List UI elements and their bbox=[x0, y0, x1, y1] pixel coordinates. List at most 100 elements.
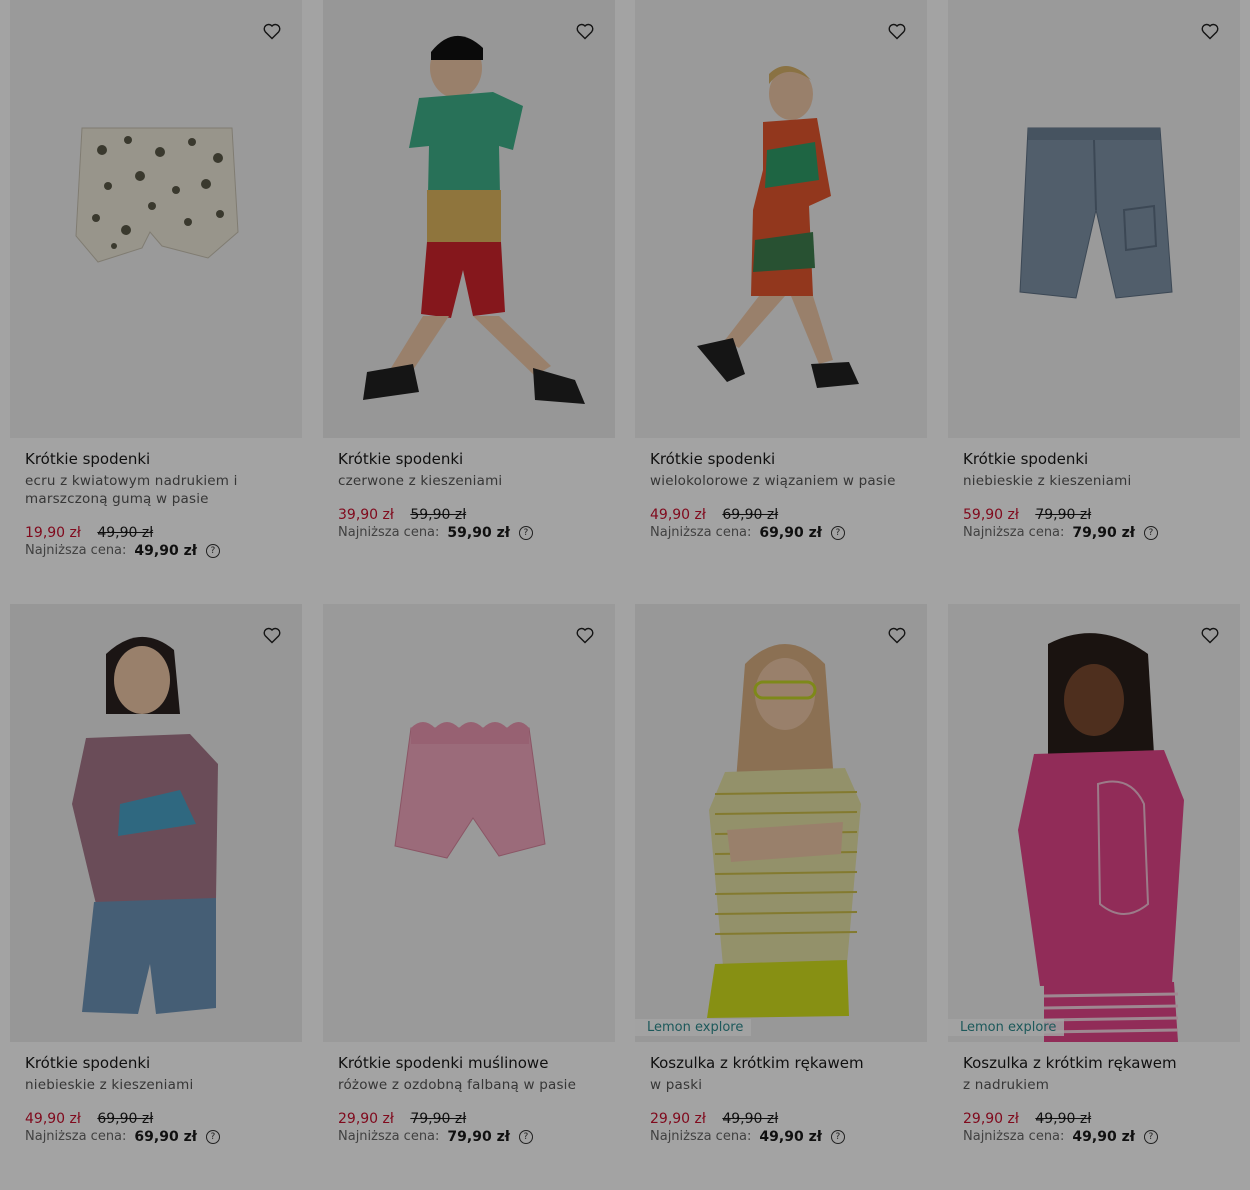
question-circle-icon[interactable]: ? bbox=[1143, 1130, 1158, 1144]
product-photo bbox=[363, 35, 585, 404]
product-image[interactable] bbox=[948, 0, 1240, 438]
product-prices: 19,90 zł 49,90 zł bbox=[25, 524, 287, 542]
lowest-price: Najniższa cena: 59,90 zł ? bbox=[338, 524, 600, 542]
add-to-favorites-button[interactable] bbox=[575, 625, 595, 645]
sale-price: 59,90 zł bbox=[963, 507, 1019, 523]
product-card[interactable]: Krótkie spodenki niebieskie z kieszeniam… bbox=[948, 0, 1240, 542]
product-card[interactable]: Lemon explore Koszulka z krótkim rękawem… bbox=[635, 604, 927, 1146]
question-circle-icon[interactable]: ? bbox=[1143, 526, 1158, 540]
product-prices: 49,90 zł 69,90 zł bbox=[650, 506, 912, 524]
product-photo bbox=[697, 66, 859, 388]
heart-outline-icon bbox=[576, 23, 594, 40]
sale-price: 29,90 zł bbox=[963, 1111, 1019, 1127]
old-price: 69,90 zł bbox=[722, 507, 779, 523]
lowest-price-value: 49,90 zł bbox=[759, 1129, 822, 1145]
add-to-favorites-button[interactable] bbox=[887, 21, 907, 41]
product-prices: 39,90 zł 59,90 zł bbox=[338, 506, 600, 524]
lowest-price-value: 49,90 zł bbox=[1072, 1129, 1135, 1145]
product-prices: 29,90 zł 49,90 zł bbox=[650, 1110, 912, 1128]
question-circle-icon[interactable]: ? bbox=[518, 1130, 533, 1144]
question-circle-icon[interactable]: ? bbox=[830, 1130, 845, 1144]
product-prices: 29,90 zł 79,90 zł bbox=[338, 1110, 600, 1128]
heart-outline-icon bbox=[888, 627, 906, 644]
product-photo bbox=[1019, 127, 1173, 299]
product-title[interactable]: Krótkie spodenki bbox=[650, 450, 912, 468]
add-to-favorites-button[interactable] bbox=[887, 625, 907, 645]
old-price: 79,90 zł bbox=[1035, 507, 1092, 523]
lowest-price-label: Najniższa cena: bbox=[963, 525, 1065, 540]
product-image[interactable] bbox=[323, 0, 615, 438]
product-subtitle: różowe z ozdobną falbaną w pasie bbox=[338, 1077, 577, 1093]
product-title[interactable]: Krótkie spodenki bbox=[25, 1054, 287, 1072]
product-title[interactable]: Krótkie spodenki bbox=[963, 450, 1225, 468]
sale-price: 29,90 zł bbox=[650, 1111, 706, 1127]
product-photo bbox=[394, 722, 546, 859]
product-prices: 59,90 zł 79,90 zł bbox=[963, 506, 1225, 524]
product-prices: 29,90 zł 49,90 zł bbox=[963, 1110, 1225, 1128]
product-image[interactable] bbox=[10, 0, 302, 438]
product-image[interactable]: Lemon explore bbox=[948, 604, 1240, 1042]
product-photo bbox=[75, 127, 239, 263]
lowest-price-value: 79,90 zł bbox=[447, 1129, 510, 1145]
product-card[interactable]: Krótkie spodenki muślinowe różowe z ozdo… bbox=[323, 604, 615, 1146]
product-subtitle: ecru z kwiatowym nadrukiem i marszczoną … bbox=[25, 473, 238, 507]
product-card[interactable]: Lemon explore Koszulka z krótkim rękawem… bbox=[948, 604, 1240, 1146]
sale-price: 19,90 zł bbox=[25, 525, 81, 541]
sale-price: 39,90 zł bbox=[338, 507, 394, 523]
heart-outline-icon bbox=[888, 23, 906, 40]
lowest-price-label: Najniższa cena: bbox=[338, 1129, 440, 1144]
lowest-price-value: 59,90 zł bbox=[447, 525, 510, 541]
add-to-favorites-button[interactable] bbox=[575, 21, 595, 41]
product-card[interactable]: Krótkie spodenki wielokolorowe z wiązani… bbox=[635, 0, 927, 542]
question-circle-icon[interactable]: ? bbox=[205, 544, 220, 558]
product-image[interactable] bbox=[635, 0, 927, 438]
add-to-favorites-button[interactable] bbox=[262, 21, 282, 41]
lowest-price-label: Najniższa cena: bbox=[650, 525, 752, 540]
brand-label: Lemon explore bbox=[948, 1019, 1065, 1036]
product-prices: 49,90 zł 69,90 zł bbox=[25, 1110, 287, 1128]
old-price: 79,90 zł bbox=[410, 1111, 467, 1127]
product-photo bbox=[1018, 633, 1184, 1042]
lowest-price-label: Najniższa cena: bbox=[25, 1129, 127, 1144]
product-card[interactable]: Krótkie spodenki niebieskie z kieszeniam… bbox=[10, 604, 302, 1146]
product-title[interactable]: Koszulka z krótkim rękawem bbox=[650, 1054, 912, 1072]
product-card[interactable]: Krótkie spodenki ecru z kwiatowym nadruk… bbox=[10, 0, 302, 560]
add-to-favorites-button[interactable] bbox=[262, 625, 282, 645]
lowest-price: Najniższa cena: 49,90 zł ? bbox=[25, 542, 287, 560]
question-circle-icon[interactable]: ? bbox=[205, 1130, 220, 1144]
product-subtitle: czerwone z kieszeniami bbox=[338, 473, 503, 489]
lowest-price-value: 69,90 zł bbox=[759, 525, 822, 541]
product-title[interactable]: Koszulka z krótkim rękawem bbox=[963, 1054, 1225, 1072]
product-title[interactable]: Krótkie spodenki muślinowe bbox=[338, 1054, 600, 1072]
sale-price: 29,90 zł bbox=[338, 1111, 394, 1127]
product-card[interactable]: Krótkie spodenki czerwone z kieszeniami … bbox=[323, 0, 615, 542]
product-grid: Krótkie spodenki ecru z kwiatowym nadruk… bbox=[0, 0, 1250, 1190]
lowest-price: Najniższa cena: 69,90 zł ? bbox=[650, 524, 912, 542]
lowest-price-value: 79,90 zł bbox=[1072, 525, 1135, 541]
product-photo bbox=[707, 644, 861, 1018]
product-subtitle: w paski bbox=[650, 1077, 703, 1093]
question-circle-icon[interactable]: ? bbox=[830, 526, 845, 540]
lowest-price: Najniższa cena: 49,90 zł ? bbox=[963, 1128, 1225, 1146]
sale-price: 49,90 zł bbox=[650, 507, 706, 523]
add-to-favorites-button[interactable] bbox=[1200, 21, 1220, 41]
question-circle-icon[interactable]: ? bbox=[518, 526, 533, 540]
old-price: 49,90 zł bbox=[1035, 1111, 1092, 1127]
lowest-price-value: 69,90 zł bbox=[134, 1129, 197, 1145]
product-subtitle: z nadrukiem bbox=[963, 1077, 1050, 1093]
heart-outline-icon bbox=[1201, 23, 1219, 40]
lowest-price: Najniższa cena: 79,90 zł ? bbox=[338, 1128, 600, 1146]
heart-outline-icon bbox=[263, 23, 281, 40]
product-title[interactable]: Krótkie spodenki bbox=[338, 450, 600, 468]
product-title[interactable]: Krótkie spodenki bbox=[25, 450, 287, 468]
lowest-price-label: Najniższa cena: bbox=[650, 1129, 752, 1144]
lowest-price: Najniższa cena: 69,90 zł ? bbox=[25, 1128, 287, 1146]
old-price: 49,90 zł bbox=[722, 1111, 779, 1127]
product-image[interactable] bbox=[323, 604, 615, 1042]
add-to-favorites-button[interactable] bbox=[1200, 625, 1220, 645]
heart-outline-icon bbox=[576, 627, 594, 644]
lowest-price: Najniższa cena: 49,90 zł ? bbox=[650, 1128, 912, 1146]
product-image[interactable]: Lemon explore bbox=[635, 604, 927, 1042]
product-image[interactable] bbox=[10, 604, 302, 1042]
brand-label: Lemon explore bbox=[635, 1019, 752, 1036]
